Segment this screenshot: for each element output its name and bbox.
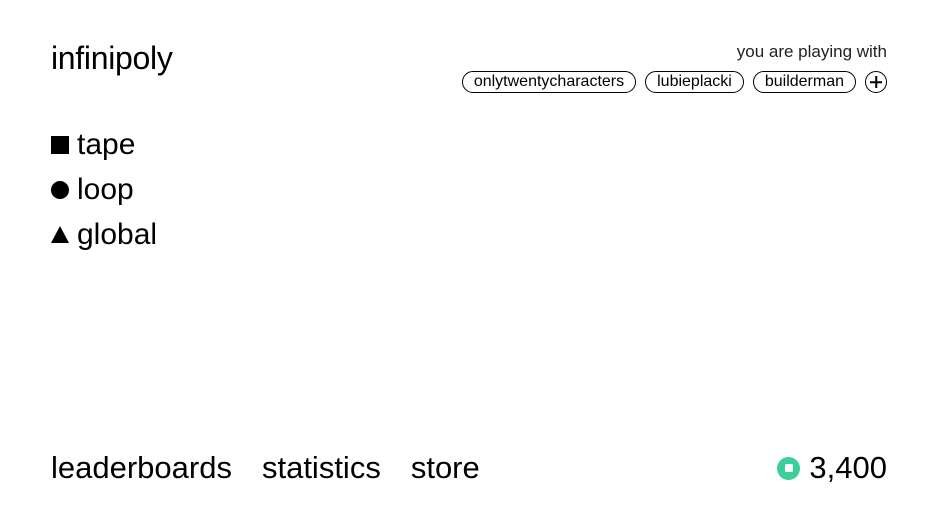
mode-loop[interactable]: loop xyxy=(51,167,157,212)
mode-label: tape xyxy=(77,127,136,161)
triangle-icon xyxy=(51,226,69,243)
balance-value: 3,400 xyxy=(809,450,887,485)
player-chip[interactable]: onlytwentycharacters xyxy=(461,71,637,93)
mode-list: tape loop global xyxy=(51,122,157,257)
leaderboards-link[interactable]: leaderboards xyxy=(51,448,232,488)
player-chip[interactable]: lubieplacki xyxy=(645,71,744,93)
app-title: infinipoly xyxy=(51,40,173,76)
mode-tape[interactable]: tape xyxy=(51,122,157,167)
players-panel: you are playing with onlytwentycharacter… xyxy=(461,42,887,93)
store-link[interactable]: store xyxy=(411,448,480,488)
circle-icon xyxy=(51,180,69,199)
player-chip[interactable]: builderman xyxy=(752,71,856,93)
player-chips: onlytwentycharacters lubieplacki builder… xyxy=(461,71,887,93)
footer-nav: leaderboards statistics store xyxy=(51,448,480,488)
mode-global[interactable]: global xyxy=(51,212,157,257)
balance: 3,400 xyxy=(777,448,887,488)
mode-label: global xyxy=(77,217,158,251)
players-label: you are playing with xyxy=(736,42,887,61)
statistics-link[interactable]: statistics xyxy=(262,448,381,488)
mode-label: loop xyxy=(77,172,134,206)
square-icon xyxy=(51,135,69,154)
coin-icon xyxy=(777,456,801,480)
add-player-icon[interactable] xyxy=(865,71,887,93)
